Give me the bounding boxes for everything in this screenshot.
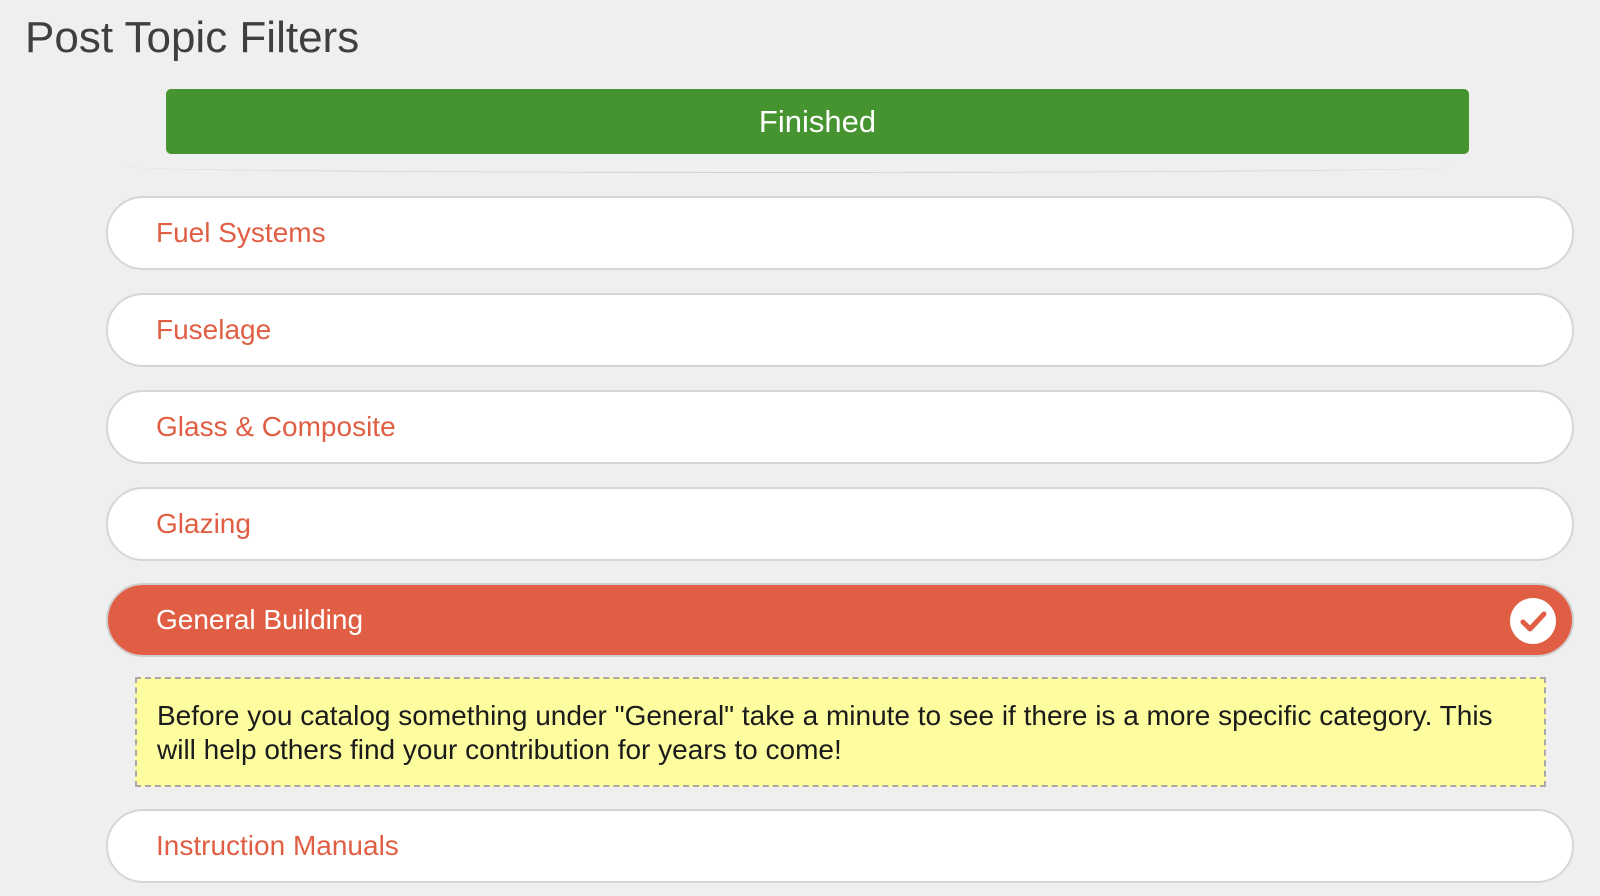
filter-item-fuel-systems[interactable]: Fuel Systems <box>106 196 1574 270</box>
filter-label: Fuel Systems <box>156 217 326 248</box>
filter-list: Fuel Systems Fuselage Glass & Composite … <box>0 0 1600 896</box>
filter-label: General Building <box>156 604 364 635</box>
check-circle-icon <box>1510 598 1556 644</box>
filter-label: Glazing <box>156 508 251 539</box>
filter-label: Fuselage <box>156 314 272 345</box>
filter-item-glass-composite[interactable]: Glass & Composite <box>106 390 1574 464</box>
filter-item-glazing[interactable]: Glazing <box>106 487 1574 561</box>
filter-label: Instruction Manuals <box>156 830 399 861</box>
filter-label: Glass & Composite <box>156 411 396 442</box>
filter-item-fuselage[interactable]: Fuselage <box>106 293 1574 367</box>
filter-item-general-building[interactable]: General Building <box>106 583 1574 657</box>
filter-item-instruction-manuals[interactable]: Instruction Manuals <box>106 809 1574 883</box>
general-category-note: Before you catalog something under "Gene… <box>135 677 1546 787</box>
